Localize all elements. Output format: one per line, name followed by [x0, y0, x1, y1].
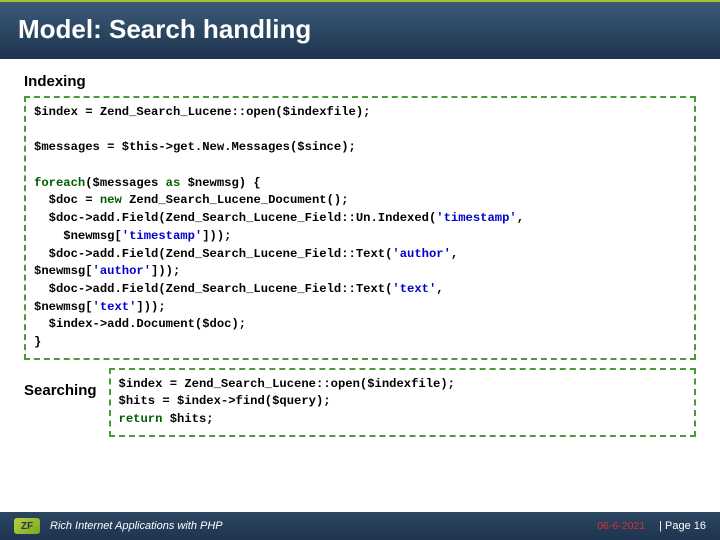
searching-code-block: $index = Zend_Search_Lucene::open($index… [109, 368, 696, 437]
indexing-code-block: $index = Zend_Search_Lucene::open($index… [24, 96, 696, 360]
footer-title: Rich Internet Applications with PHP [50, 520, 597, 532]
footer-bar: ZF Rich Internet Applications with PHP 0… [0, 512, 720, 540]
zf-logo: ZF [14, 518, 40, 534]
footer-date: 06-6-2021 [597, 520, 645, 532]
zf-logo-text: ZF [21, 521, 33, 532]
page-title: Model: Search handling [18, 14, 702, 45]
indexing-label: Indexing [24, 73, 696, 90]
content-area: Indexing $index = Zend_Search_Lucene::op… [0, 59, 720, 437]
searching-row: Searching $index = Zend_Search_Lucene::o… [24, 368, 696, 437]
searching-label: Searching [24, 382, 97, 399]
title-bar: Model: Search handling [0, 0, 720, 59]
footer-page: | Page 16 [659, 520, 706, 532]
